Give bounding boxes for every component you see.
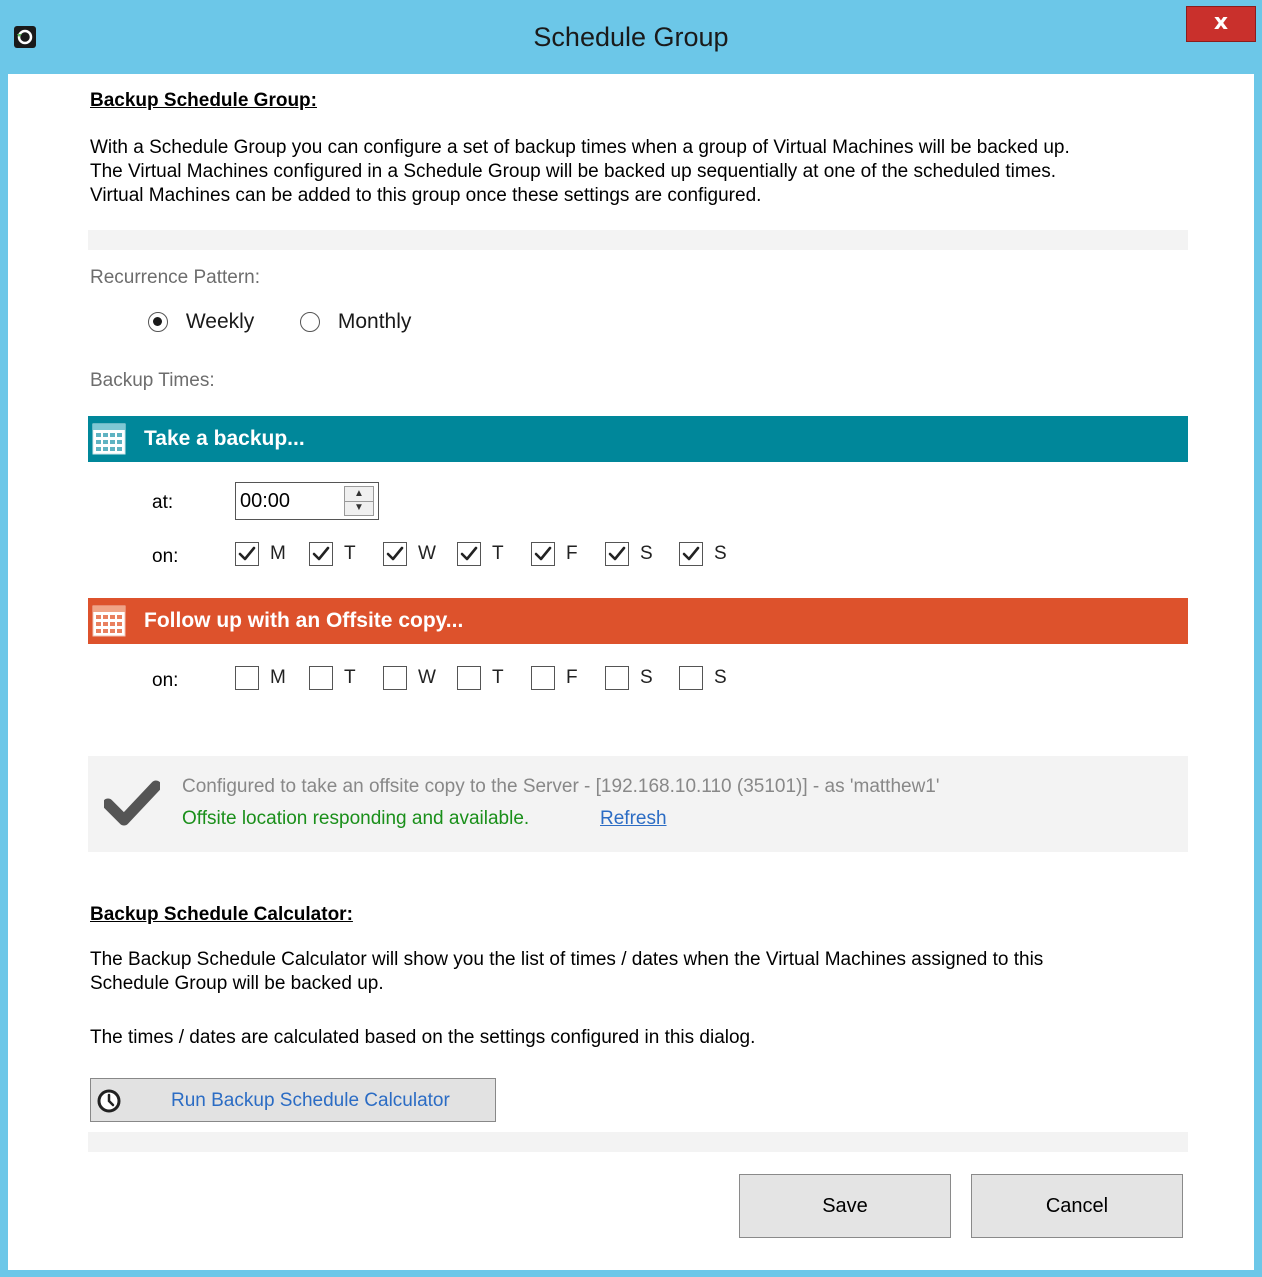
backup-times-label: Backup Times: [90,370,215,391]
radio-weekly-label: Weekly [185,310,255,334]
backup-day-label: S [640,543,653,564]
clock-icon [97,1089,121,1113]
spin-up-icon[interactable]: ▲ [345,487,373,502]
calculator-line: Schedule Group will be backed up. [90,973,384,994]
offsite-day-checkbox[interactable] [383,666,407,690]
backup-day-1[interactable]: T [309,542,369,568]
offsite-day-checkbox[interactable] [235,666,259,690]
offsite-day-1[interactable]: T [309,666,369,692]
checkmark-icon [534,546,552,561]
checkmark-icon [312,546,330,561]
offsite-day-6[interactable]: S [679,666,739,692]
backup-day-checkbox[interactable] [605,542,629,566]
offsite-on-label: on: [152,670,179,691]
intro-heading: Backup Schedule Group: [90,90,317,111]
offsite-day-label: F [566,667,578,688]
backup-time-value: 00:00 [240,490,291,512]
offsite-day-0[interactable]: M [235,666,295,692]
backup-day-label: M [270,543,286,564]
backup-day-checkbox[interactable] [235,542,259,566]
offsite-day-3[interactable]: T [457,666,517,692]
take-backup-band: Take a backup... [88,416,1188,462]
backup-day-checkbox[interactable] [457,542,481,566]
calendar-icon [92,605,126,637]
checkmark-icon [608,546,626,561]
time-spinner[interactable]: ▲ ▼ [344,486,374,516]
backup-day-label: S [714,543,727,564]
intro-text: With a Schedule Group you can configure … [90,136,1210,208]
recurrence-label: Recurrence Pattern: [90,267,261,288]
offsite-day-checkbox[interactable] [309,666,333,690]
backup-day-3[interactable]: T [457,542,517,568]
backup-day-4[interactable]: F [531,542,591,568]
radio-weekly-indicator[interactable] [148,312,168,333]
backup-day-label: W [418,543,436,564]
title-bar[interactable]: Schedule Group x [0,0,1262,74]
radio-weekly[interactable]: Weekly [148,310,254,334]
calculator-note: The times / dates are calculated based o… [90,1027,756,1048]
run-calculator-label: Run Backup Schedule Calculator [171,1090,450,1111]
backup-day-checkbox[interactable] [383,542,407,566]
refresh-link[interactable]: Refresh [600,808,667,830]
offsite-day-5[interactable]: S [605,666,665,692]
offsite-status-panel: Configured to take an offsite copy to th… [88,756,1188,852]
offsite-day-checkbox[interactable] [605,666,629,690]
backup-on-label: on: [152,546,179,567]
checkmark-icon [682,546,700,561]
checkmark-icon [460,546,478,561]
calculator-line: The Backup Schedule Calculator will show… [90,949,1044,970]
checkmark-icon [386,546,404,561]
backup-day-label: T [492,543,504,564]
backup-day-2[interactable]: W [383,542,443,568]
cancel-button[interactable]: Cancel [971,1174,1183,1238]
offsite-day-label: S [714,667,727,688]
save-button[interactable]: Save [739,1174,951,1238]
backup-day-label: T [344,543,356,564]
intro-line: Virtual Machines can be added to this gr… [90,185,762,206]
calculator-heading: Backup Schedule Calculator: [90,904,353,925]
calendar-icon [92,423,126,455]
window-title: Schedule Group [533,22,729,52]
calculator-text: The Backup Schedule Calculator will show… [90,948,1210,996]
offsite-day-checkbox[interactable] [531,666,555,690]
close-button[interactable]: x [1186,6,1256,42]
intro-line: With a Schedule Group you can configure … [90,137,1070,158]
radio-monthly-label: Monthly [337,310,412,334]
checkmark-icon [238,546,256,561]
offsite-day-label: W [418,667,436,688]
dialog-window: Schedule Group x Backup Schedule Group: … [0,0,1262,1277]
offsite-day-checkbox[interactable] [457,666,481,690]
backup-day-0[interactable]: M [235,542,295,568]
dialog-body: Backup Schedule Group: With a Schedule G… [8,74,1254,1270]
radio-monthly-indicator[interactable] [300,312,320,333]
offsite-band-label: Follow up with an Offsite copy... [144,609,464,632]
take-backup-label: Take a backup... [144,427,305,450]
backup-time-input[interactable]: 00:00 ▲ ▼ [235,482,379,520]
backup-day-checkbox[interactable] [679,542,703,566]
offsite-day-4[interactable]: F [531,666,591,692]
offsite-status-text: Offsite location responding and availabl… [182,808,530,829]
offsite-day-2[interactable]: W [383,666,443,692]
backup-day-checkbox[interactable] [309,542,333,566]
offsite-day-checkbox[interactable] [679,666,703,690]
separator-band [88,1132,1188,1152]
offsite-day-label: T [344,667,356,688]
spin-down-icon[interactable]: ▼ [345,501,373,515]
radio-monthly[interactable]: Monthly [300,310,411,334]
offsite-day-label: S [640,667,653,688]
separator-band [88,230,1188,250]
intro-line: The Virtual Machines configured in a Sch… [90,161,1057,182]
backup-day-6[interactable]: S [679,542,739,568]
offsite-day-label: T [492,667,504,688]
offsite-config-text: Configured to take an offsite copy to th… [182,776,940,797]
backup-day-checkbox[interactable] [531,542,555,566]
offsite-band: Follow up with an Offsite copy... [88,598,1188,644]
at-label: at: [152,492,174,513]
offsite-day-label: M [270,667,286,688]
run-calculator-button[interactable]: Run Backup Schedule Calculator [90,1078,496,1122]
backup-day-label: F [566,543,578,564]
checkmark-icon [104,780,160,826]
backup-day-5[interactable]: S [605,542,665,568]
